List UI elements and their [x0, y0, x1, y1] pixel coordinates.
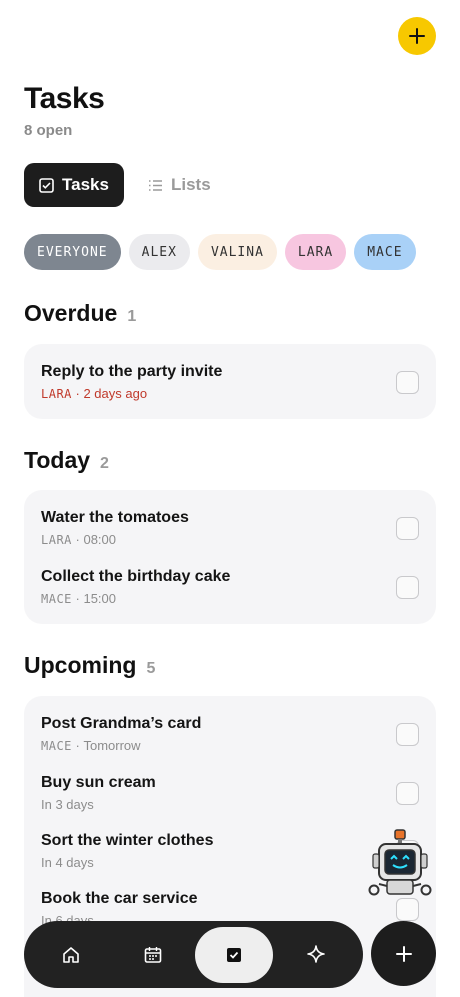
- tab-tasks[interactable]: Tasks: [24, 163, 124, 207]
- task-checkbox[interactable]: [396, 782, 419, 805]
- section-count: 1: [127, 308, 137, 325]
- task-title: Sort the winter clothes: [41, 832, 214, 849]
- overdue-card: Reply to the party invite LARA · 2 days …: [24, 344, 436, 419]
- task-title: Water the tomatoes: [41, 509, 189, 526]
- tab-tasks-label: Tasks: [62, 175, 109, 194]
- task-assignee: MACE: [41, 591, 72, 606]
- task-item[interactable]: Sort the winter clothes In 4 days: [41, 832, 419, 870]
- new-task-fab[interactable]: [371, 921, 436, 986]
- filter-chip-mace[interactable]: MACE: [354, 234, 416, 270]
- task-title: Buy sun cream: [41, 774, 156, 791]
- section-title: Today: [24, 447, 91, 473]
- tab-lists-label: Lists: [171, 175, 211, 194]
- task-meta: In 3 days: [41, 797, 419, 812]
- nav-home[interactable]: [32, 927, 110, 983]
- section-title: Upcoming: [24, 652, 137, 678]
- nav-assistant[interactable]: [277, 927, 355, 983]
- sparkle-icon: [307, 944, 325, 963]
- tasks-icon: [227, 947, 242, 962]
- task-item[interactable]: Reply to the party invite LARA · 2 days …: [41, 363, 419, 401]
- task-title: Collect the birthday cake: [41, 568, 231, 585]
- task-meta: LARA · 08:00: [41, 532, 419, 547]
- meta-separator: ·: [71, 738, 84, 753]
- today-card: Water the tomatoes LARA · 08:00 Collect …: [24, 490, 436, 624]
- meta-separator: ·: [71, 591, 84, 606]
- filter-chip-alex[interactable]: ALEX: [128, 234, 190, 270]
- task-title: Book the car service: [41, 890, 198, 907]
- task-checkbox[interactable]: [396, 517, 419, 540]
- calendar-icon: [144, 946, 161, 963]
- task-meta: MACE · Tomorrow: [41, 738, 419, 753]
- section-upcoming-heading: Upcoming 5: [24, 652, 155, 679]
- plus-icon: [409, 28, 425, 44]
- task-meta: LARA · 2 days ago: [41, 386, 419, 401]
- section-today-heading: Today 2: [24, 447, 109, 474]
- section-overdue-heading: Overdue 1: [24, 300, 136, 327]
- checkbox-icon: [39, 177, 54, 193]
- task-item[interactable]: Collect the birthday cake MACE · 15:00: [41, 568, 419, 606]
- bottom-nav: [24, 921, 363, 988]
- filter-chip-valina[interactable]: VALINA: [197, 234, 277, 270]
- nav-calendar[interactable]: [114, 927, 192, 983]
- task-checkbox[interactable]: [396, 723, 419, 746]
- task-assignee: MACE: [41, 738, 72, 753]
- open-count: 8 open: [24, 122, 73, 139]
- meta-separator: ·: [71, 386, 84, 401]
- add-task-button[interactable]: [398, 17, 436, 55]
- filter-chip-lara[interactable]: LARA: [284, 234, 347, 270]
- plus-icon: [395, 945, 412, 962]
- task-due: Tomorrow: [83, 738, 141, 753]
- assignee-filters: EVERYONE ALEX VALINA LARA MACE: [24, 234, 416, 270]
- section-count: 2: [100, 455, 109, 472]
- task-due: In 4 days: [41, 855, 94, 870]
- robot-mascot[interactable]: [367, 828, 433, 904]
- section-title: Overdue: [24, 300, 118, 326]
- task-checkbox[interactable]: [396, 576, 419, 599]
- task-title: Post Grandma’s card: [41, 715, 202, 732]
- task-meta: MACE · 15:00: [41, 591, 419, 606]
- list-icon: [149, 179, 162, 191]
- meta-separator: ·: [71, 532, 84, 547]
- task-item[interactable]: Water the tomatoes LARA · 08:00: [41, 509, 419, 547]
- tab-lists[interactable]: Lists: [142, 163, 217, 207]
- task-due: 08:00: [83, 532, 117, 547]
- task-due: 2 days ago: [83, 386, 148, 401]
- task-due: In 3 days: [41, 797, 94, 812]
- task-meta: In 4 days: [41, 855, 419, 870]
- task-assignee: LARA: [41, 386, 72, 401]
- task-item[interactable]: Post Grandma’s card MACE · Tomorrow: [41, 715, 419, 753]
- task-due: 15:00: [83, 591, 117, 606]
- nav-tasks[interactable]: [195, 926, 274, 983]
- task-checkbox[interactable]: [396, 371, 419, 394]
- task-title: Reply to the party invite: [41, 363, 223, 380]
- home-icon: [63, 946, 79, 963]
- robot-icon: [368, 829, 432, 896]
- section-count: 5: [146, 660, 156, 677]
- filter-chip-everyone[interactable]: EVERYONE: [24, 234, 121, 270]
- task-assignee: LARA: [41, 532, 72, 547]
- page-title: Tasks: [24, 82, 105, 115]
- task-item[interactable]: Buy sun cream In 3 days: [41, 774, 419, 812]
